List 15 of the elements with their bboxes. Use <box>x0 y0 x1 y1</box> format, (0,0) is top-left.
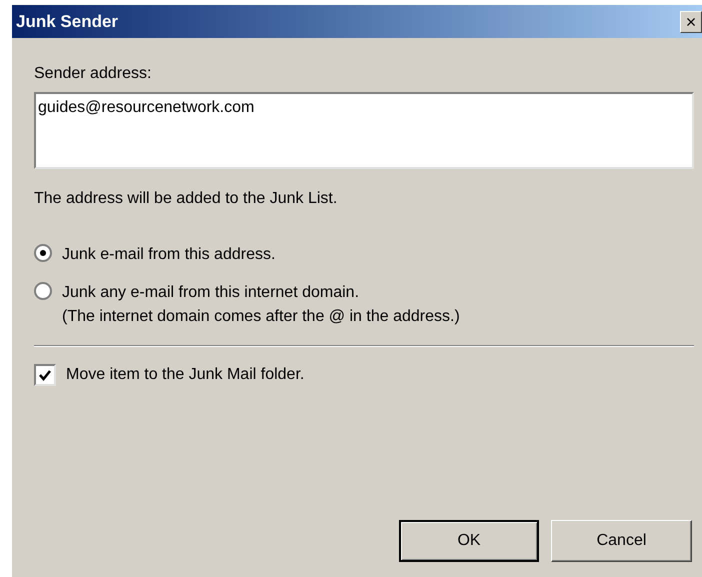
field-label: Sender address: <box>34 64 152 84</box>
radio-button[interactable] <box>34 244 52 262</box>
address-field[interactable]: guides@resourcenetwork.com <box>34 92 694 169</box>
checkbox[interactable] <box>34 364 56 386</box>
dialog-button[interactable]: Cancel <box>551 520 692 562</box>
radio-label: Junk e-mail from this address. <box>62 245 276 265</box>
dialog-button[interactable]: OK <box>399 520 539 562</box>
check-icon <box>38 368 52 382</box>
checkbox-label: Move item to the Junk Mail folder. <box>66 365 304 385</box>
close-button[interactable]: × <box>680 10 702 32</box>
hint-text: (The internet domain comes after the @ in the address.) <box>62 307 460 327</box>
info-text: The address will be added to the Junk List. <box>34 189 338 209</box>
window-title: Junk Sender <box>16 10 118 33</box>
radio-button[interactable] <box>34 282 52 300</box>
radio-label: Junk any e-mail from this internet domain. <box>62 283 360 303</box>
